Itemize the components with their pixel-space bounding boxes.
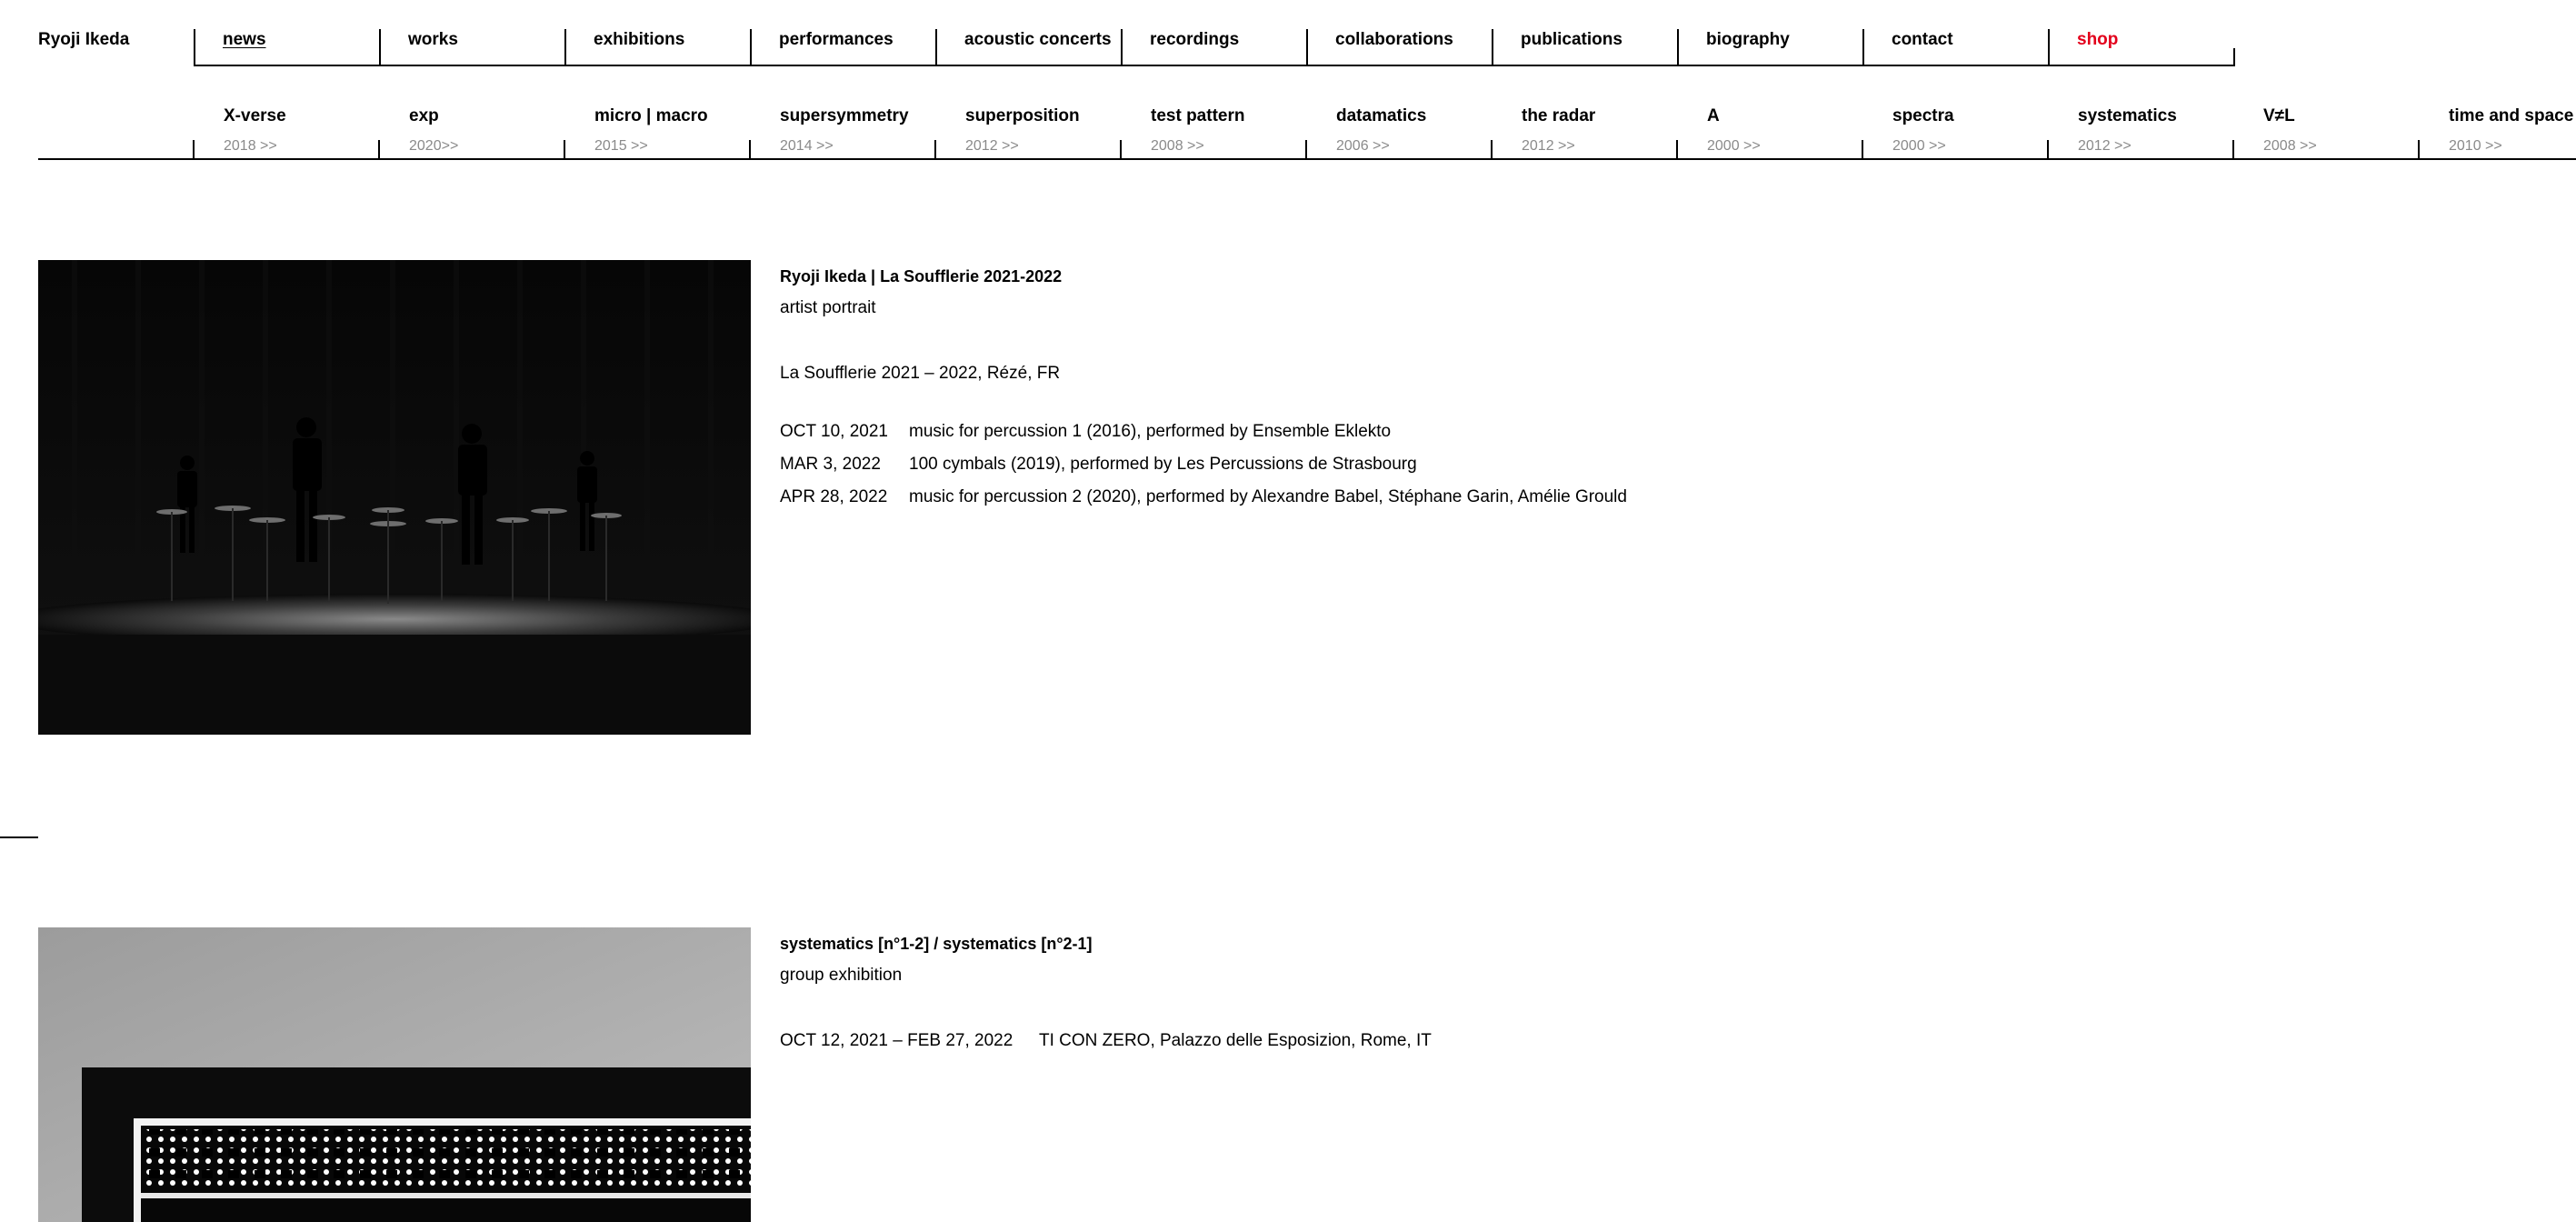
nav-item-works[interactable]: works xyxy=(379,29,564,66)
event-date: OCT 10, 2021 xyxy=(780,422,889,441)
works-item-title[interactable]: datamatics xyxy=(1336,105,1426,127)
works-item-year[interactable]: 2006 >> xyxy=(1336,137,1390,155)
nav-link-publications[interactable]: publications xyxy=(1521,29,1622,51)
nav-link-contact[interactable]: contact xyxy=(1892,29,1953,51)
works-item-title[interactable]: micro | macro xyxy=(594,105,708,127)
entry-divider xyxy=(0,836,38,838)
nav-item-contact[interactable]: contact xyxy=(1862,29,2048,66)
event-row: OCT 10, 2021 music for percussion 1 (2016… xyxy=(780,421,1391,443)
works-item-title[interactable]: the radar xyxy=(1522,105,1595,127)
works-item-tick xyxy=(2232,140,2418,159)
nav-link-works[interactable]: works xyxy=(408,29,458,51)
event-date: OCT 12, 2021 – FEB 27, 2022 xyxy=(780,1031,1013,1050)
entry-subtitle: group exhibition xyxy=(780,966,903,985)
nav-underline xyxy=(194,65,2235,66)
event-date: APR 28, 2022 xyxy=(780,487,888,506)
works-item-year[interactable]: 2010 >> xyxy=(2449,137,2502,155)
works-item-title[interactable]: systematics xyxy=(2078,105,2177,127)
event-text: music for percussion 2 (2020), performed… xyxy=(909,487,1627,506)
works-item-tick xyxy=(1491,140,1676,159)
nav-item-recordings[interactable]: recordings xyxy=(1121,29,1306,66)
works-item-title[interactable]: exp xyxy=(409,105,439,127)
event-row: APR 28, 2022 music for percussion 2 (2020… xyxy=(780,486,1627,508)
works-item-title[interactable]: supersymmetry xyxy=(780,105,909,127)
nav-link-acoustic-concerts[interactable]: acoustic concerts xyxy=(964,29,1112,51)
nav-item-shop[interactable]: shop xyxy=(2048,29,2233,66)
systematics-photo xyxy=(38,927,751,1222)
works-item-year[interactable]: 2008 >> xyxy=(2263,137,2317,155)
works-item-year[interactable]: 2012 >> xyxy=(2078,137,2132,155)
entry-title[interactable]: systematics [n°1-2] / systematics [n°2-1… xyxy=(780,933,1093,955)
nav-item-biography[interactable]: biography xyxy=(1677,29,1862,66)
works-item-tick xyxy=(1305,140,1491,159)
nav-link-performances[interactable]: performances xyxy=(779,29,894,51)
works-item-tick xyxy=(1120,140,1305,159)
nav-item-publications[interactable]: publications xyxy=(1492,29,1677,66)
works-item-year[interactable]: 2012 >> xyxy=(965,137,1019,155)
works-item-title[interactable]: A xyxy=(1707,105,1720,127)
works-item-title[interactable]: spectra xyxy=(1892,105,1954,127)
entry-venue: La Soufflerie 2021 – 2022, Rézé, FR xyxy=(780,364,1061,383)
event-text: 100 cymbals (2019), performed by Les Per… xyxy=(909,455,1417,474)
works-item-tick xyxy=(564,140,749,159)
works-item-year[interactable]: 2008 >> xyxy=(1151,137,1204,155)
nav-end-tick xyxy=(2233,48,2235,66)
entry-photo-systematics[interactable] xyxy=(38,927,751,1222)
works-item-year[interactable]: 2018 >> xyxy=(224,137,277,155)
nav-link-shop[interactable]: shop xyxy=(2077,29,2118,51)
works-item-title[interactable]: X-verse xyxy=(224,105,286,127)
event-date: MAR 3, 2022 xyxy=(780,455,881,474)
nav-link-recordings[interactable]: recordings xyxy=(1150,29,1239,51)
event-text: music for percussion 1 (2016), performed… xyxy=(909,422,1392,441)
event-text: TI CON ZERO, Palazzo delle Esposizion, R… xyxy=(1039,1031,1432,1050)
works-item-tick xyxy=(2047,140,2232,159)
entry-subtitle: artist portrait xyxy=(780,298,876,317)
nav-item-news[interactable]: news xyxy=(194,29,379,66)
entry-title[interactable]: Ryoji Ikeda | La Soufflerie 2021-2022 xyxy=(780,265,1062,287)
stage-photo xyxy=(38,260,751,735)
works-item-tick xyxy=(749,140,934,159)
works-item-year[interactable]: 2000 >> xyxy=(1707,137,1761,155)
nav-item-performances[interactable]: performances xyxy=(750,29,935,66)
event-row: MAR 3, 2022 100 cymbals (2019), performed… xyxy=(780,454,1417,476)
works-item-year[interactable]: 2000 >> xyxy=(1892,137,1946,155)
nav-item-acoustic-concerts[interactable]: acoustic concerts xyxy=(935,29,1121,66)
entry-photo-percussion[interactable] xyxy=(38,260,751,735)
works-underline xyxy=(38,158,2576,160)
site-title[interactable]: Ryoji Ikeda xyxy=(38,29,129,51)
works-item-tick xyxy=(378,140,564,159)
nav-link-exhibitions[interactable]: exhibitions xyxy=(594,29,684,51)
works-item-year[interactable]: 2012 >> xyxy=(1522,137,1575,155)
event-row: OCT 12, 2021 – FEB 27, 2022 TI CON ZERO, … xyxy=(780,1030,1432,1052)
nav-link-news[interactable]: news xyxy=(223,29,266,51)
works-item-tick xyxy=(193,140,378,159)
nav-item-collaborations[interactable]: collaborations xyxy=(1306,29,1492,66)
works-item-tick xyxy=(1862,140,2047,159)
works-item-title[interactable]: V≠L xyxy=(2263,105,2295,127)
works-item-year[interactable]: 2020>> xyxy=(409,137,458,155)
works-item-title[interactable]: time and space xyxy=(2449,105,2573,127)
works-item-title[interactable]: test pattern xyxy=(1151,105,1244,127)
works-item-year[interactable]: 2015 >> xyxy=(594,137,648,155)
works-item-title[interactable]: superposition xyxy=(965,105,1080,127)
works-item-year[interactable]: 2014 >> xyxy=(780,137,834,155)
nav-item-exhibitions[interactable]: exhibitions xyxy=(564,29,750,66)
nav-link-biography[interactable]: biography xyxy=(1706,29,1790,51)
works-item-tick xyxy=(934,140,1120,159)
works-item-tick xyxy=(1676,140,1862,159)
nav-link-collaborations[interactable]: collaborations xyxy=(1335,29,1453,51)
